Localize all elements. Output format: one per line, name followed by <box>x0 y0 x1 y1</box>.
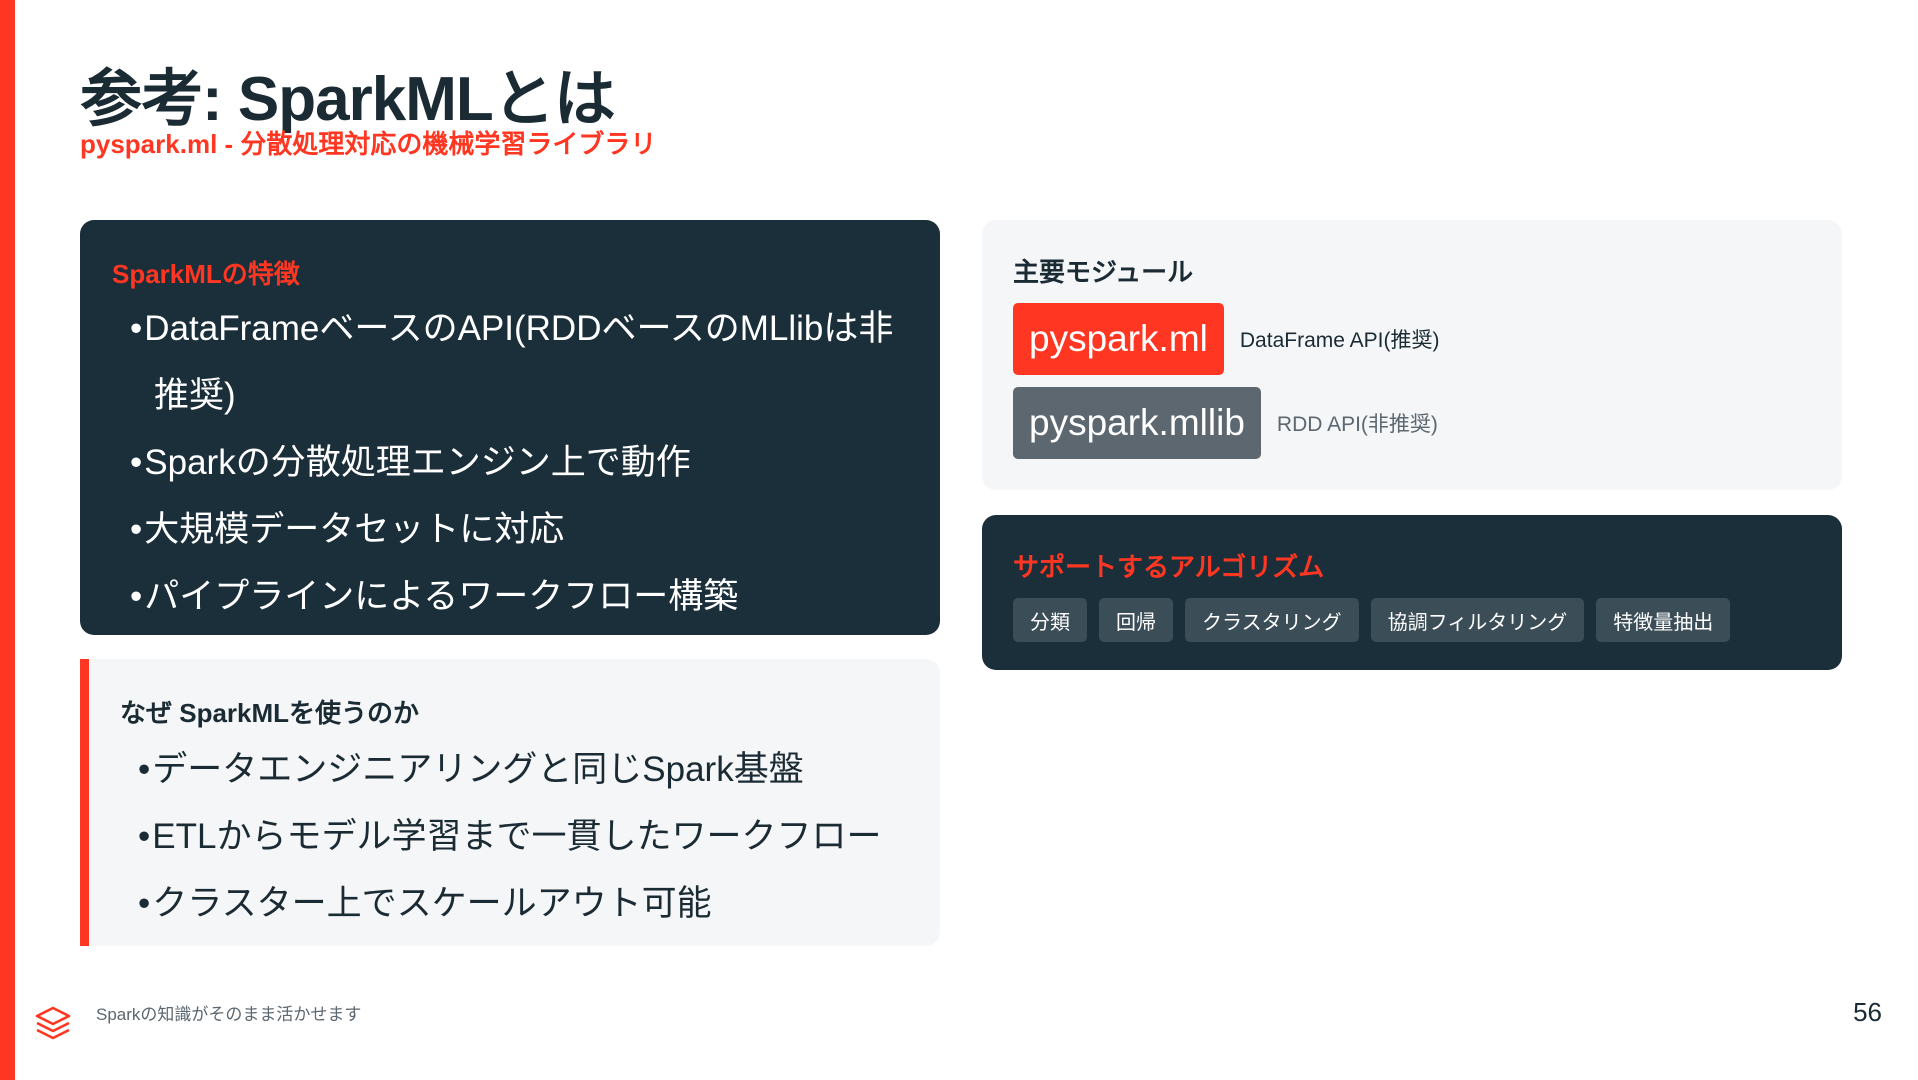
feature-item: パイプラインによるワークフロー構築 <box>112 563 908 630</box>
module-pill-pyspark-mllib: pyspark.mllib <box>1013 387 1261 459</box>
algorithm-tag: 特徴量抽出 <box>1596 598 1731 642</box>
why-sparkml-card: なぜ SparkMLを使うのか データエンジニアリングと同じSpark基盤 ET… <box>80 659 940 946</box>
module-desc-mllib: RDD API(非推奨) <box>1276 413 1438 436</box>
why-item: クラスター上でスケールアウト可能 <box>120 870 900 937</box>
why-list: データエンジニアリングと同じSpark基盤 ETLからモデル学習まで一貫したワー… <box>120 736 900 937</box>
left-accent-bar <box>0 0 15 1080</box>
modules-card: 主要モジュール pyspark.ml DataFrame API(推奨) pys… <box>982 220 1842 490</box>
why-item: データエンジニアリングと同じSpark基盤 <box>120 736 900 803</box>
module-desc-ml: DataFrame API(推奨) <box>1239 329 1440 352</box>
page-number: 56 <box>1853 997 1882 1027</box>
why-heading: なぜ SparkMLを使うのか <box>120 698 420 728</box>
feature-item: 大規模データセットに対応 <box>112 496 908 563</box>
feature-item: DataFrameベースのAPI(RDDベースのMLlibは非推奨) <box>112 295 908 429</box>
feature-item: Sparkの分散処理エンジン上で動作 <box>112 429 908 496</box>
module-row-mllib: pyspark.mllib RDD API(非推奨) <box>1013 387 1811 459</box>
features-heading: SparkMLの特徴 <box>112 259 300 289</box>
module-row-ml: pyspark.ml DataFrame API(推奨) <box>1013 303 1811 375</box>
algorithm-tag: 回帰 <box>1099 598 1173 642</box>
algorithm-tags: 分類 回帰 クラスタリング 協調フィルタリング 特徴量抽出 <box>1013 598 1811 642</box>
why-item: ETLからモデル学習まで一貫したワークフロー <box>120 803 900 870</box>
features-list: DataFrameベースのAPI(RDDベースのMLlibは非推奨) Spark… <box>112 295 908 630</box>
algorithm-tag: 協調フィルタリング <box>1370 598 1585 642</box>
algorithm-tag: 分類 <box>1013 598 1087 642</box>
module-pill-pyspark-ml: pyspark.ml <box>1013 303 1224 375</box>
footer-text: Sparkの知識がそのまま活かせます <box>96 1005 362 1024</box>
algorithm-tag: クラスタリング <box>1185 598 1359 642</box>
features-card: SparkMLの特徴 DataFrameベースのAPI(RDDベースのMLlib… <box>80 220 940 635</box>
modules-heading: 主要モジュール <box>1013 257 1194 287</box>
algorithms-card: サポートするアルゴリズム 分類 回帰 クラスタリング 協調フィルタリング 特徴量… <box>982 515 1842 670</box>
databricks-layers-icon <box>35 1006 71 1040</box>
algorithms-heading: サポートするアルゴリズム <box>1013 552 1325 582</box>
why-accent-bar <box>80 659 89 946</box>
slide-subtitle: pyspark.ml - 分散処理対応の機械学習ライブラリ <box>80 129 657 159</box>
